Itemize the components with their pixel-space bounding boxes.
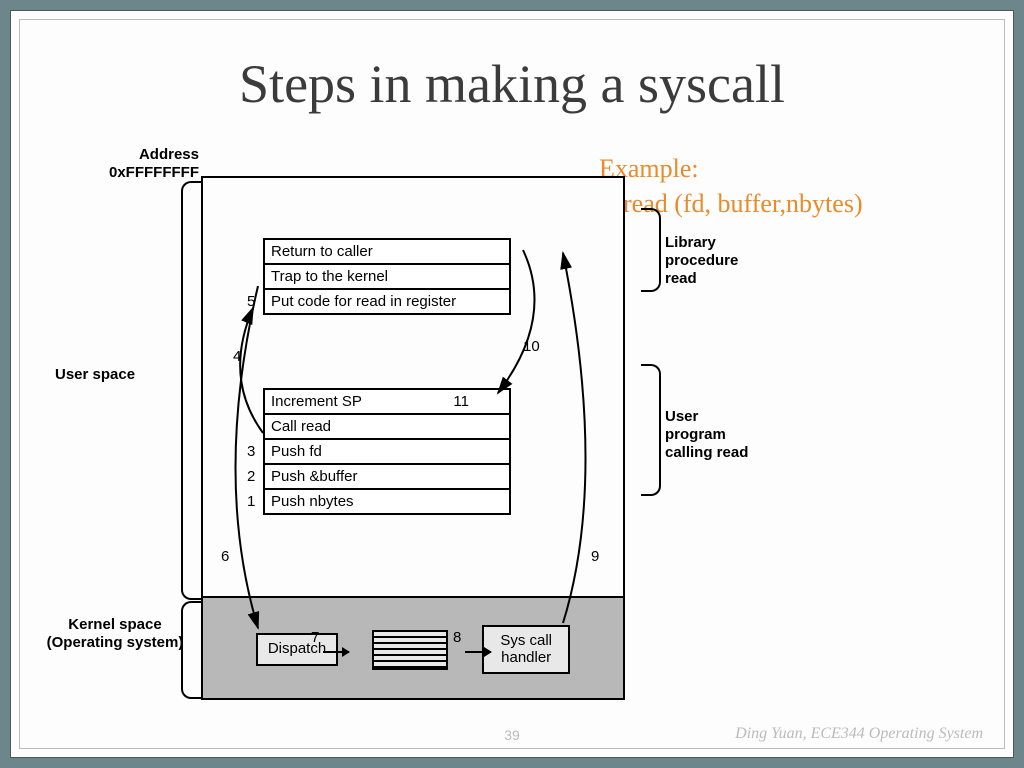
address-label: Address 0xFFFFFFFF bbox=[103, 146, 199, 182]
kernel-space-label: Kernel space (Operating system) bbox=[35, 616, 195, 652]
step-9: 9 bbox=[591, 548, 599, 565]
step-5: 5 bbox=[247, 293, 255, 310]
syscall-handler-box: Sys call handler bbox=[482, 625, 570, 674]
arrow-7-icon bbox=[323, 651, 349, 653]
lib-row-putcode: 5 Put code for read in register bbox=[263, 290, 511, 315]
step-2: 2 bbox=[247, 468, 255, 485]
brace-user-program bbox=[641, 364, 661, 496]
memory-box: Dispatch Sys call handler 7 8 Return to … bbox=[201, 176, 625, 700]
user-row-push-fd: 3 Push fd bbox=[263, 440, 511, 465]
step-11: 11 bbox=[453, 393, 469, 410]
user-row-increment-sp: Increment SP 11 bbox=[263, 388, 511, 415]
kernel-area: Dispatch Sys call handler 7 8 bbox=[203, 596, 623, 698]
brace-user-space bbox=[181, 181, 201, 600]
user-row-push-buffer: 2 Push &buffer bbox=[263, 465, 511, 490]
library-block: Return to caller Trap to the kernel 5 Pu… bbox=[263, 238, 511, 315]
user-block: Increment SP 11 Call read 3 Push fd 2 Pu… bbox=[263, 388, 511, 515]
brace-library bbox=[641, 208, 661, 292]
slide-title: Steps in making a syscall bbox=[11, 53, 1013, 115]
syscall-diagram: Address 0xFFFFFFFF User space Kernel spa… bbox=[31, 146, 751, 706]
step-7: 7 bbox=[311, 629, 319, 646]
footer-author: Ding Yuan, ECE344 Operating System bbox=[735, 725, 983, 743]
lib-row-trap: Trap to the kernel bbox=[263, 265, 511, 290]
library-procedure-label: Library procedure read bbox=[665, 234, 751, 288]
lib-row-return: Return to caller bbox=[263, 238, 511, 265]
arrow-8-icon bbox=[465, 651, 491, 653]
step-3: 3 bbox=[247, 443, 255, 460]
user-space-label: User space bbox=[55, 366, 135, 384]
step-6: 6 bbox=[221, 548, 229, 565]
step-10: 10 bbox=[523, 338, 540, 355]
step-4: 4 bbox=[233, 348, 241, 365]
user-program-label: User program calling read bbox=[665, 408, 751, 462]
syscall-table-icon bbox=[372, 630, 448, 670]
step-8: 8 bbox=[453, 629, 461, 646]
brace-kernel-space bbox=[181, 601, 201, 699]
user-row-call-read: Call read bbox=[263, 415, 511, 440]
step-1: 1 bbox=[247, 493, 255, 510]
user-row-push-nbytes: 1 Push nbytes bbox=[263, 490, 511, 515]
